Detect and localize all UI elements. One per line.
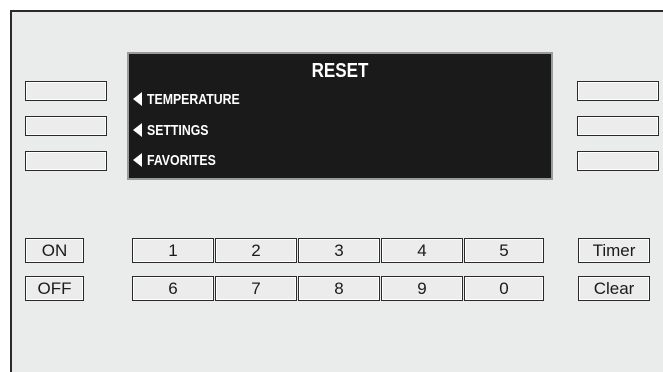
key-5[interactable]: 5 [464, 238, 544, 263]
left-arrow-icon [133, 123, 142, 137]
left-soft-key-2[interactable] [25, 116, 107, 136]
key-6[interactable]: 6 [132, 276, 214, 301]
key-3[interactable]: 3 [298, 238, 380, 263]
timer-button[interactable]: Timer [578, 238, 650, 263]
menu-item-label: FAVORITES [147, 151, 216, 169]
right-soft-key-1[interactable] [577, 81, 659, 101]
menu-item-label: SETTINGS [147, 121, 209, 139]
right-soft-key-2[interactable] [577, 116, 659, 136]
menu-item-label: TEMPERATURE [147, 90, 240, 108]
left-arrow-icon [133, 92, 142, 106]
clear-button[interactable]: Clear [578, 276, 650, 301]
key-8[interactable]: 8 [298, 276, 380, 301]
off-button[interactable]: OFF [25, 276, 84, 301]
left-soft-key-3[interactable] [25, 151, 107, 171]
left-arrow-icon [133, 153, 142, 167]
key-1[interactable]: 1 [132, 238, 214, 263]
key-4[interactable]: 4 [381, 238, 463, 263]
key-0[interactable]: 0 [464, 276, 544, 301]
lcd-display: RESET TEMPERATURE SETTINGS FAVORITES [127, 52, 553, 180]
key-7[interactable]: 7 [215, 276, 297, 301]
key-2[interactable]: 2 [215, 238, 297, 263]
menu-item-temperature[interactable]: TEMPERATURE [133, 89, 260, 109]
display-title: RESET [311, 60, 369, 82]
right-soft-key-3[interactable] [577, 151, 659, 171]
menu-item-settings[interactable]: SETTINGS [133, 120, 222, 140]
menu-item-favorites[interactable]: FAVORITES [133, 150, 231, 170]
left-soft-key-1[interactable] [25, 81, 107, 101]
key-9[interactable]: 9 [381, 276, 463, 301]
on-button[interactable]: ON [25, 238, 84, 263]
